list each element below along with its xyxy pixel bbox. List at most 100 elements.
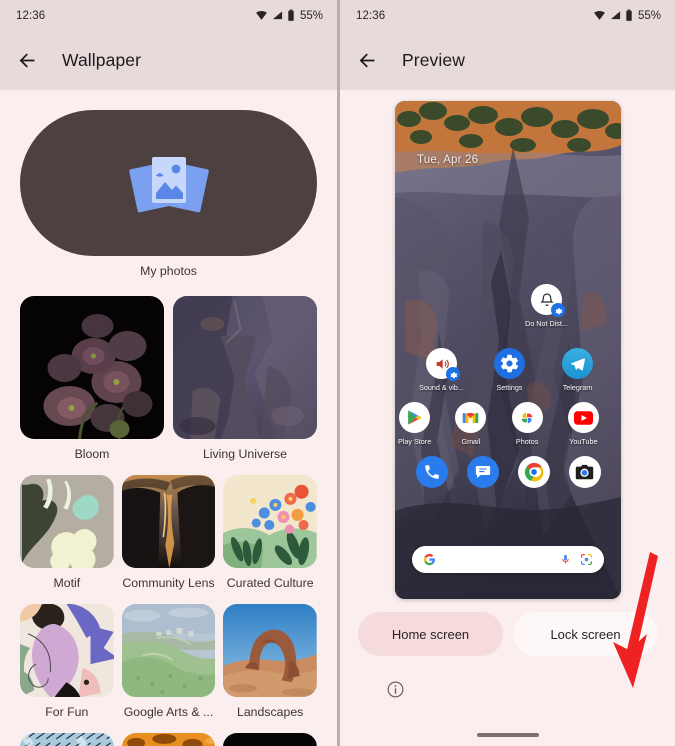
google-search-bar[interactable] xyxy=(412,546,604,573)
app-sound-and-vibration[interactable]: Sound & vib... xyxy=(416,348,467,392)
wallpaper-label: Living Universe xyxy=(202,447,288,461)
app-label: Play Store xyxy=(398,437,432,446)
black-image xyxy=(223,733,317,746)
my-photos-tile[interactable]: My photos xyxy=(20,110,317,278)
info-button[interactable] xyxy=(386,680,405,704)
category-tile-curated-culture[interactable]: Curated Culture xyxy=(223,475,317,590)
youtube-icon[interactable] xyxy=(567,402,599,433)
landscapes-thumbnail[interactable] xyxy=(223,604,317,697)
battery-percent: 55% xyxy=(299,9,323,22)
messages-icon[interactable] xyxy=(466,456,499,488)
google-g-icon xyxy=(423,553,435,566)
google-photos-icon[interactable] xyxy=(511,402,543,433)
category-label: Community Lens xyxy=(122,576,215,590)
wallpaper-preview-frame[interactable]: Tue, Apr 26 Do Not Dist... Sound & vib..… xyxy=(395,101,621,599)
category-tile-motif[interactable]: Motif xyxy=(20,475,114,590)
dual-screenshot-container: 12:36 55% Wallpaper My photos Bloom Livi… xyxy=(0,0,675,746)
category-grid-row-2: For Fun Google Arts & ... Landscapes xyxy=(20,604,317,719)
microphone-icon[interactable] xyxy=(560,553,571,566)
back-arrow-icon xyxy=(19,53,34,68)
status-time: 12:36 xyxy=(16,9,46,22)
gear-glyph-icon xyxy=(500,354,519,373)
for-fun-image xyxy=(20,604,114,697)
textile-pattern-image xyxy=(20,733,114,746)
app-youtube[interactable]: YouTube xyxy=(564,402,603,446)
photos-pinwheel-icon xyxy=(521,412,533,423)
motif-image xyxy=(20,475,114,568)
for-fun-thumbnail[interactable] xyxy=(20,604,114,697)
battery-icon xyxy=(626,9,632,21)
home-screen-button[interactable]: Home screen xyxy=(358,612,503,656)
camera-icon[interactable] xyxy=(568,456,601,488)
phone-glyph-icon xyxy=(424,465,439,479)
settings-gear-icon[interactable] xyxy=(494,348,525,379)
status-bar-right: 12:36 55% xyxy=(340,0,675,31)
black-thumbnail[interactable] xyxy=(223,733,317,746)
category-tile-landscapes[interactable]: Landscapes xyxy=(223,604,317,719)
gmail-icon[interactable] xyxy=(455,402,487,433)
app-bar-right: Preview xyxy=(340,31,675,90)
app-telegram[interactable]: Telegram xyxy=(552,348,603,392)
google-lens-icon[interactable] xyxy=(580,553,593,566)
app-label: Settings xyxy=(496,383,523,392)
telegram-glyph-icon xyxy=(570,357,585,371)
my-photos-card[interactable] xyxy=(20,110,317,256)
wallpaper-tile-living-universe[interactable]: Living Universe xyxy=(173,296,317,461)
motif-thumbnail[interactable] xyxy=(20,475,114,568)
app-gmail[interactable]: Gmail xyxy=(451,402,490,446)
app-settings[interactable]: Settings xyxy=(484,348,535,392)
home-gesture-indicator xyxy=(476,733,539,737)
category-label: Motif xyxy=(53,576,81,590)
curated-culture-thumbnail[interactable] xyxy=(223,475,317,568)
app-label: Gmail xyxy=(461,437,481,446)
back-button-wallpaper[interactable] xyxy=(14,48,40,74)
category-label: Landscapes xyxy=(236,705,304,719)
amber-texture-thumbnail[interactable] xyxy=(121,733,216,746)
status-icons: 55% xyxy=(255,9,323,22)
page-title: Preview xyxy=(402,50,465,70)
dock-row xyxy=(395,456,621,488)
community-lens-thumbnail[interactable] xyxy=(121,475,216,568)
lock-screen-button[interactable]: Lock screen xyxy=(513,612,658,656)
battery-icon xyxy=(288,9,294,21)
google-arts-thumbnail[interactable] xyxy=(121,604,216,697)
phone-icon[interactable] xyxy=(415,456,448,488)
gmail-glyph-icon xyxy=(463,412,479,423)
category-tile-community-lens[interactable]: Community Lens xyxy=(121,475,216,590)
signal-icon xyxy=(272,11,283,20)
back-button-preview[interactable] xyxy=(354,48,380,74)
youtube-glyph-icon xyxy=(573,410,593,425)
app-bar-left: Wallpaper xyxy=(0,31,337,90)
category-label: Google Arts & ... xyxy=(123,705,214,719)
wallpaper-label: Bloom xyxy=(74,447,110,461)
camera-glyph-icon xyxy=(575,464,594,480)
google-arts-image xyxy=(121,604,216,697)
bloom-thumbnail[interactable] xyxy=(20,296,164,439)
app-label: Photos xyxy=(515,437,539,446)
amber-texture-image xyxy=(121,733,216,746)
chrome-icon[interactable] xyxy=(517,456,550,488)
category-grid-row-1: Motif Community Lens Curated Culture xyxy=(20,475,317,590)
wallpaper-list-scroll[interactable]: My photos Bloom Living Universe Motif Co… xyxy=(0,90,337,746)
category-tile-google-arts[interactable]: Google Arts & ... xyxy=(121,604,216,719)
gear-badge-icon xyxy=(446,367,460,381)
wifi-icon xyxy=(594,10,605,20)
preview-body: Tue, Apr 26 Do Not Dist... Sound & vib..… xyxy=(340,90,675,746)
gear-glyph-icon xyxy=(450,371,457,378)
wallpaper-tile-bloom[interactable]: Bloom xyxy=(20,296,164,461)
home-screen-app-grid: Sound & vib... Settings Telegram Play St… xyxy=(395,284,621,488)
textile-pattern-thumbnail[interactable] xyxy=(20,733,114,746)
category-tile-for-fun[interactable]: For Fun xyxy=(20,604,114,719)
chrome-glyph-icon xyxy=(524,462,543,482)
telegram-icon[interactable] xyxy=(562,348,593,379)
status-bar-left: 12:36 55% xyxy=(0,0,337,31)
page-title: Wallpaper xyxy=(62,50,142,70)
app-photos[interactable]: Photos xyxy=(508,402,547,446)
app-play-store[interactable]: Play Store xyxy=(395,402,434,446)
sound-icon[interactable] xyxy=(426,348,460,381)
living-universe-thumbnail[interactable] xyxy=(173,296,317,439)
messages-glyph-icon xyxy=(475,466,490,478)
bloom-image xyxy=(20,296,164,439)
play-store-icon[interactable] xyxy=(399,402,431,433)
living-universe-image xyxy=(173,296,317,439)
